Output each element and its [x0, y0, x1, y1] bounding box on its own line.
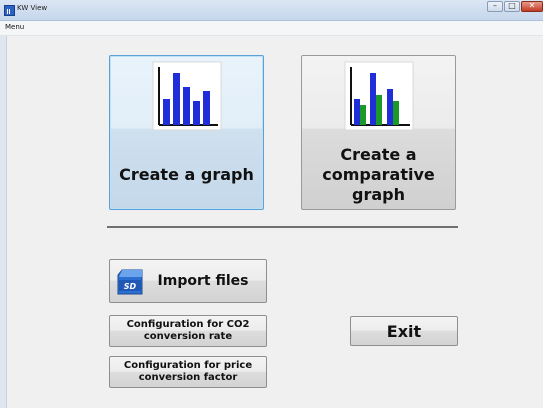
config-price-button[interactable]: Configuration for price conversion facto…	[109, 356, 267, 388]
import-files-label: Import files	[157, 273, 249, 289]
create-comparative-label-line-2: comparative	[322, 165, 435, 184]
create-comparative-graph-button[interactable]: Create a comparative graph	[301, 55, 456, 210]
config-co2-label-line-1: Configuration for CO2	[126, 319, 250, 330]
section-divider	[107, 226, 458, 228]
create-comparative-label-line-3: graph	[352, 185, 405, 204]
create-comparative-graph-label: Create a comparative graph	[322, 135, 435, 205]
create-comparative-label-line-1: Create a	[340, 145, 417, 164]
title-bar[interactable]: KW View – □ ✕	[0, 0, 543, 21]
comparative-bar-chart-icon	[344, 61, 413, 131]
sd-card-icon: SD	[117, 269, 143, 295]
window-controls: – □ ✕	[486, 1, 543, 12]
config-price-label: Configuration for price conversion facto…	[124, 360, 252, 384]
create-graph-label: Create a graph	[119, 165, 254, 184]
import-files-button[interactable]: SD Import files	[109, 259, 267, 303]
config-price-label-line-1: Configuration for price	[123, 360, 253, 371]
window-title: KW View	[17, 4, 48, 12]
config-co2-label-line-2: conversion rate	[143, 331, 233, 342]
menu-item-menu[interactable]: Menu	[5, 23, 24, 31]
minimize-button[interactable]: –	[487, 1, 503, 12]
create-graph-button[interactable]: Create a graph	[109, 55, 264, 210]
bar-chart-icon	[152, 61, 221, 131]
config-co2-button[interactable]: Configuration for CO2 conversion rate	[109, 315, 267, 347]
close-button[interactable]: ✕	[521, 1, 543, 12]
menu-bar: Menu	[0, 21, 543, 36]
exit-button[interactable]: Exit	[350, 316, 458, 346]
app-icon	[4, 5, 15, 16]
config-co2-label: Configuration for CO2 conversion rate	[127, 319, 250, 343]
svg-text:SD: SD	[124, 282, 137, 291]
config-price-label-line-2: conversion factor	[138, 372, 238, 383]
left-panel-edge	[0, 36, 7, 408]
maximize-button[interactable]: □	[504, 1, 520, 12]
